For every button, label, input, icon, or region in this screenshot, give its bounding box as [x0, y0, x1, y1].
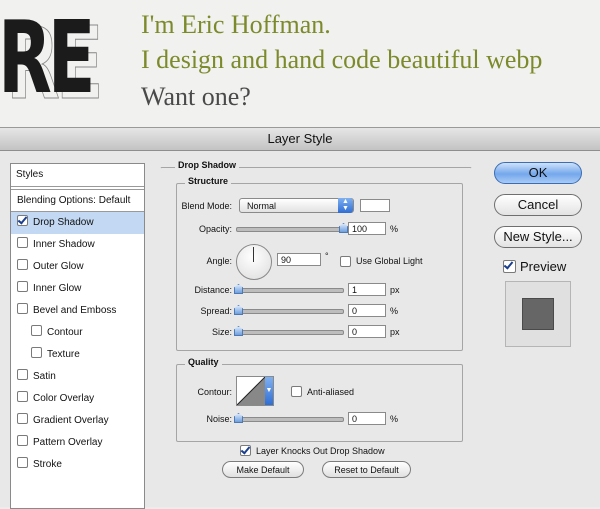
use-global-light-label: Use Global Light — [356, 256, 423, 266]
style-item-label: Texture — [47, 349, 80, 360]
make-default-button[interactable]: Make Default — [222, 461, 304, 478]
style-item-gradient-overlay[interactable]: Gradient Overlay — [11, 410, 144, 432]
layer-knocks-out-label: Layer Knocks Out Drop Shadow — [256, 446, 385, 456]
contour-label: Contour: — [197, 387, 232, 397]
website-background: RE RE I'm Eric Hoffman. I design and han… — [0, 0, 600, 130]
intro-name: I'm Eric Hoffman. — [141, 10, 331, 39]
opacity-slider[interactable] — [236, 223, 348, 233]
style-item-contour[interactable]: Contour — [11, 322, 144, 344]
styles-header[interactable]: Styles — [11, 164, 144, 187]
preview-checkbox[interactable] — [503, 260, 516, 273]
style-item-label: Satin — [33, 371, 56, 382]
style-item-inner-shadow[interactable]: Inner Shadow — [11, 234, 144, 256]
size-slider[interactable] — [234, 326, 344, 336]
style-item-label: Inner Shadow — [33, 239, 95, 250]
layer-knocks-out-checkbox[interactable] — [240, 445, 251, 456]
anti-aliased-checkbox[interactable] — [291, 386, 302, 397]
style-item-label: Drop Shadow — [33, 217, 94, 228]
style-item-checkbox[interactable] — [17, 303, 28, 314]
blending-options-item[interactable]: Blending Options: Default — [11, 189, 144, 212]
style-item-pattern-overlay[interactable]: Pattern Overlay — [11, 432, 144, 454]
style-item-texture[interactable]: Texture — [11, 344, 144, 366]
ok-button[interactable]: OK — [494, 162, 582, 184]
style-item-checkbox[interactable] — [17, 413, 28, 424]
preview-thumbnail — [522, 298, 554, 330]
contour-curve-icon — [237, 377, 265, 405]
style-item-label: Contour — [47, 327, 83, 338]
angle-input[interactable]: 90 — [277, 253, 321, 266]
distance-input[interactable]: 1 — [348, 283, 386, 296]
style-item-checkbox[interactable] — [17, 369, 28, 380]
cancel-button[interactable]: Cancel — [494, 194, 582, 216]
site-logo: RE — [0, 0, 96, 116]
distance-slider[interactable] — [234, 284, 344, 294]
style-item-stroke[interactable]: Stroke — [11, 454, 144, 476]
style-item-checkbox[interactable] — [17, 237, 28, 248]
contour-picker[interactable]: ▼ — [236, 376, 274, 406]
style-item-outer-glow[interactable]: Outer Glow — [11, 256, 144, 278]
blend-mode-value: Normal — [247, 201, 277, 211]
style-item-checkbox[interactable] — [17, 281, 28, 292]
use-global-light-checkbox[interactable] — [340, 256, 351, 267]
angle-unit: ° — [325, 251, 329, 261]
styles-list: Styles Blending Options: Default Drop Sh… — [10, 163, 145, 509]
style-item-label: Stroke — [33, 459, 62, 470]
quality-title: Quality — [185, 357, 222, 367]
distance-label: Distance: — [194, 285, 232, 295]
style-item-checkbox[interactable] — [17, 457, 28, 468]
shadow-color-swatch[interactable] — [360, 199, 390, 212]
style-item-checkbox[interactable] — [17, 259, 28, 270]
anti-aliased-label: Anti-aliased — [307, 387, 355, 397]
noise-input[interactable]: 0 — [348, 412, 386, 425]
intro-question: Want one? — [141, 82, 251, 111]
reset-to-default-button[interactable]: Reset to Default — [322, 461, 411, 478]
style-item-color-overlay[interactable]: Color Overlay — [11, 388, 144, 410]
style-item-checkbox[interactable] — [17, 435, 28, 446]
opacity-input[interactable]: 100 — [348, 222, 386, 235]
style-item-drop-shadow[interactable]: Drop Shadow — [11, 212, 144, 234]
size-label: Size: — [211, 327, 232, 337]
spread-label: Spread: — [200, 306, 232, 316]
style-item-label: Bevel and Emboss — [33, 305, 117, 316]
style-item-checkbox[interactable] — [17, 215, 28, 226]
style-item-label: Outer Glow — [33, 261, 84, 272]
dialog-title: Layer Style — [0, 128, 600, 151]
drop-shadow-title: Drop Shadow — [175, 160, 239, 170]
style-item-label: Gradient Overlay — [33, 415, 109, 426]
angle-dial[interactable] — [236, 244, 272, 280]
size-input[interactable]: 0 — [348, 325, 386, 338]
style-item-label: Pattern Overlay — [33, 437, 103, 448]
style-item-bevel-and-emboss[interactable]: Bevel and Emboss — [11, 300, 144, 322]
blend-mode-label: Blend Mode: — [181, 201, 232, 211]
size-unit: px — [390, 327, 400, 337]
style-item-inner-glow[interactable]: Inner Glow — [11, 278, 144, 300]
distance-unit: px — [390, 285, 400, 295]
style-item-checkbox[interactable] — [31, 347, 42, 358]
opacity-label: Opacity: — [198, 224, 232, 234]
spread-unit: % — [390, 306, 399, 316]
layer-style-dialog: Layer Style Styles Blending Options: Def… — [0, 127, 600, 509]
noise-unit: % — [390, 414, 399, 424]
preview-label: Preview — [520, 259, 567, 274]
intro-tagline: I design and hand code beautiful webp — [141, 45, 543, 74]
style-preview — [505, 281, 571, 347]
new-style-button[interactable]: New Style... — [494, 226, 582, 248]
noise-slider[interactable] — [234, 413, 344, 423]
angle-dial-hand — [253, 247, 254, 262]
style-item-label: Inner Glow — [33, 283, 82, 294]
spread-slider[interactable] — [234, 305, 344, 315]
noise-label: Noise: — [206, 414, 232, 424]
style-item-checkbox[interactable] — [17, 391, 28, 402]
quality-group: Quality — [176, 357, 463, 442]
angle-label: Angle: — [206, 256, 232, 266]
blend-mode-select[interactable]: Normal ▲ ▼ — [239, 198, 354, 213]
style-item-label: Color Overlay — [33, 393, 95, 404]
updown-arrows-icon: ▲ ▼ — [338, 198, 353, 213]
structure-title: Structure — [185, 176, 232, 186]
opacity-unit: % — [390, 224, 399, 234]
style-item-checkbox[interactable] — [31, 325, 42, 336]
contour-dropdown-icon[interactable]: ▼ — [265, 377, 273, 405]
style-item-satin[interactable]: Satin — [11, 366, 144, 388]
spread-input[interactable]: 0 — [348, 304, 386, 317]
